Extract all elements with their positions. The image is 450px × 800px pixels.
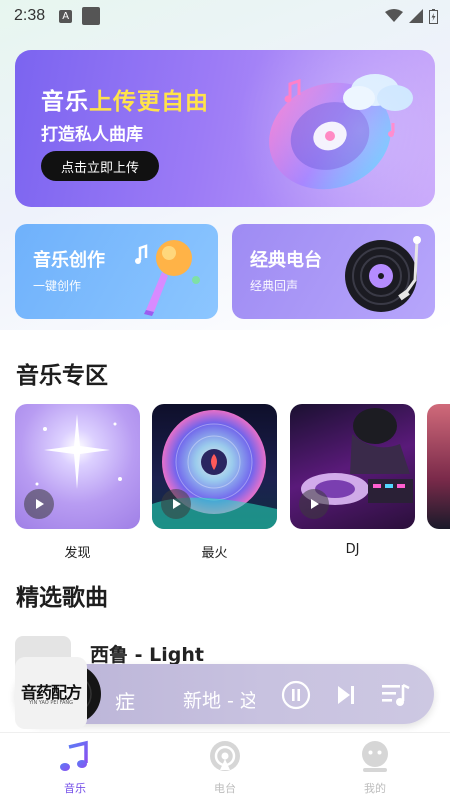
notification-square-icon (82, 7, 101, 25)
dj-thumbnail (290, 404, 415, 529)
microphone-icon (135, 240, 200, 316)
zone-label: 最火 (201, 546, 228, 561)
record-player-icon (345, 236, 421, 312)
card-subtitle: 一键创作 (33, 279, 82, 293)
nav-tab-mine[interactable]: 我的 (300, 733, 450, 800)
zone-label: DJ (345, 542, 360, 557)
signal-icon (409, 9, 423, 23)
zone-item-hottest[interactable]: 最火 (152, 404, 277, 561)
zone-item-discover[interactable]: 发现 (15, 404, 140, 561)
card-subtitle: 经典回声 (250, 279, 299, 293)
status-bar: 2:38 A (0, 0, 450, 32)
next-icon (338, 686, 354, 704)
featured-songs-title: 精选歌曲 (16, 585, 108, 611)
now-playing-cover[interactable]: 音药配方 YIN YAO PEI FANG (15, 657, 87, 729)
next-button[interactable] (331, 680, 361, 710)
nav-label: 电台 (214, 782, 236, 795)
banner-title-highlight: 上传更自由 (89, 89, 209, 115)
music-create-card[interactable]: 音乐创作 一键创作 (15, 224, 218, 319)
now-playing-title: 新地 - 这 (183, 690, 255, 712)
cover-subtitle-text: YIN YAO PEI FANG (28, 700, 74, 706)
banner-title-part1: 音乐 (41, 89, 89, 115)
status-time: 2:38 (14, 7, 46, 24)
vinyl-cloud-illustration (269, 74, 413, 190)
playlist-button[interactable] (381, 680, 411, 710)
nav-label: 音乐 (64, 782, 86, 795)
classic-radio-card[interactable]: 经典电台 经典回声 (232, 224, 435, 319)
music-zone-title: 音乐专区 (16, 363, 108, 389)
discover-thumbnail (15, 404, 140, 529)
play-icon[interactable] (161, 489, 191, 519)
now-playing-text-prev: 症 (115, 690, 135, 714)
pause-button[interactable] (281, 680, 311, 710)
pause-icon (281, 680, 311, 710)
nav-tab-radio[interactable]: 电台 (150, 733, 300, 800)
card-title: 经典电台 (250, 250, 322, 271)
zone-item-dj[interactable]: DJ (290, 404, 415, 557)
song-title: 西鲁 - Light (90, 644, 204, 666)
profile-icon (362, 741, 388, 772)
bottom-nav: 音乐 电台 我的 (0, 732, 450, 800)
battery-icon (429, 8, 438, 24)
music-zone-list[interactable]: 发现 最火 DJ (15, 404, 450, 564)
notification-a-icon: A (59, 9, 73, 23)
upload-banner[interactable]: 音乐上传更自由 打造私人曲库 点击立即上传 (15, 50, 435, 207)
hottest-thumbnail (152, 404, 277, 529)
partial-thumbnail (427, 404, 450, 529)
wifi-icon (385, 9, 403, 22)
music-note-icon (60, 740, 88, 771)
banner-subtitle: 打造私人曲库 (41, 125, 143, 145)
radio-icon (210, 741, 240, 771)
upload-now-button[interactable]: 点击立即上传 (41, 151, 159, 181)
banner-title: 音乐上传更自由 (41, 82, 209, 116)
nav-label: 我的 (364, 782, 386, 795)
zone-label: 发现 (64, 546, 91, 561)
play-icon[interactable] (299, 489, 329, 519)
nav-tab-music[interactable]: 音乐 (0, 733, 150, 800)
play-icon[interactable] (24, 489, 54, 519)
playlist-icon (382, 683, 410, 706)
card-title: 音乐创作 (33, 250, 105, 271)
zone-item-partial[interactable] (427, 404, 450, 529)
